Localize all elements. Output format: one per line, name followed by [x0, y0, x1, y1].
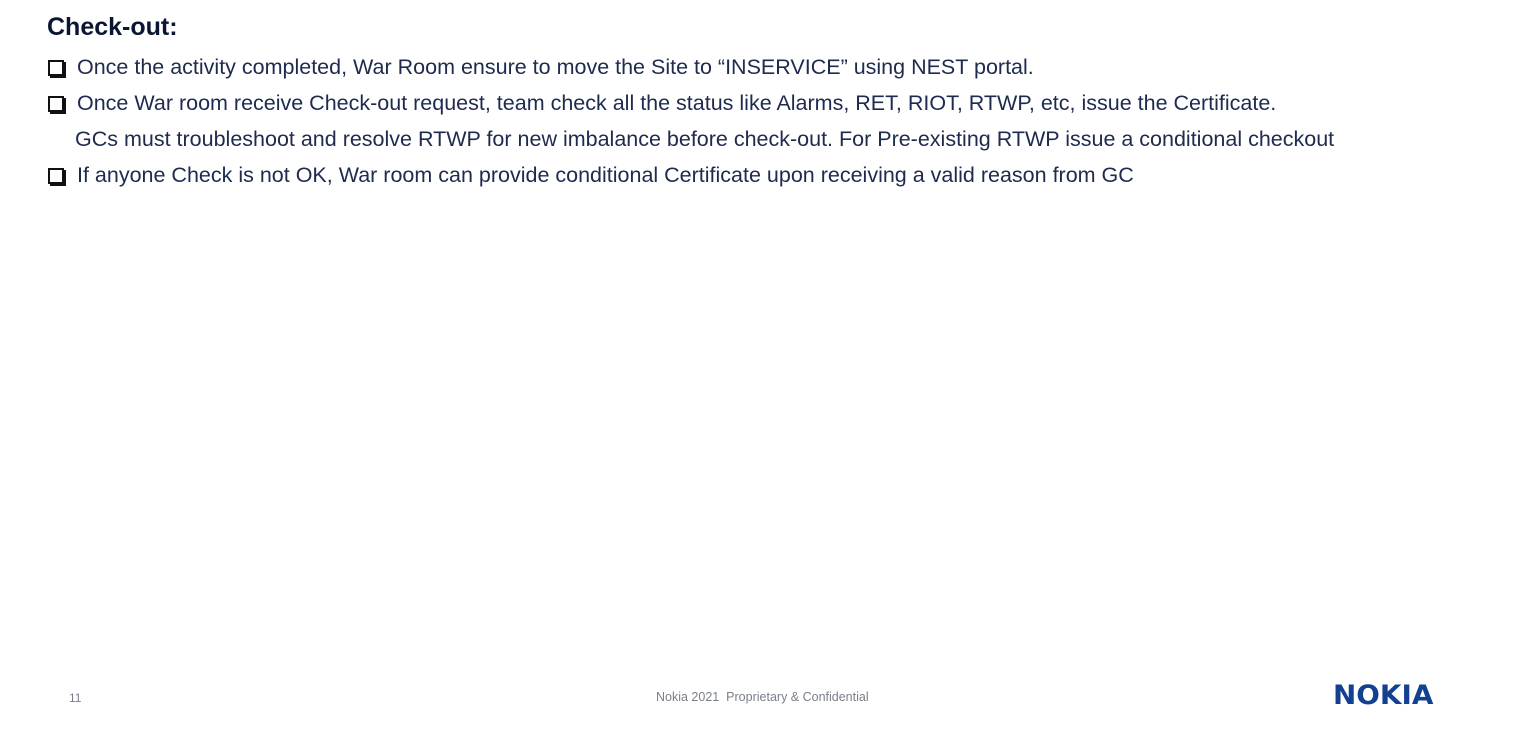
nokia-logo: NOKIA	[1333, 680, 1434, 711]
bullet-item: Once the activity completed, War Room en…	[47, 54, 1337, 81]
bullet-item: If anyone Check is not OK, War room can …	[47, 162, 1337, 189]
bullet-item: Once War room receive Check-out request,…	[47, 90, 1337, 117]
bullet-text: Once War room receive Check-out request,…	[77, 91, 1277, 115]
bullet-list: Once the activity completed, War Room en…	[47, 54, 1337, 198]
slide-title: Check-out:	[47, 13, 178, 41]
bullet-text: If anyone Check is not OK, War room can …	[77, 163, 1134, 187]
checkbox-square-icon	[48, 168, 64, 184]
sub-paragraph: GCs must troubleshoot and resolve RTWP f…	[75, 127, 1335, 151]
checkbox-square-icon	[48, 60, 64, 76]
checkbox-square-icon	[48, 96, 64, 112]
confidentiality-notice: Nokia 2021 Proprietary & Confidential	[656, 690, 869, 704]
bullet-text: Once the activity completed, War Room en…	[77, 55, 1034, 79]
page-number: 11	[69, 691, 82, 705]
